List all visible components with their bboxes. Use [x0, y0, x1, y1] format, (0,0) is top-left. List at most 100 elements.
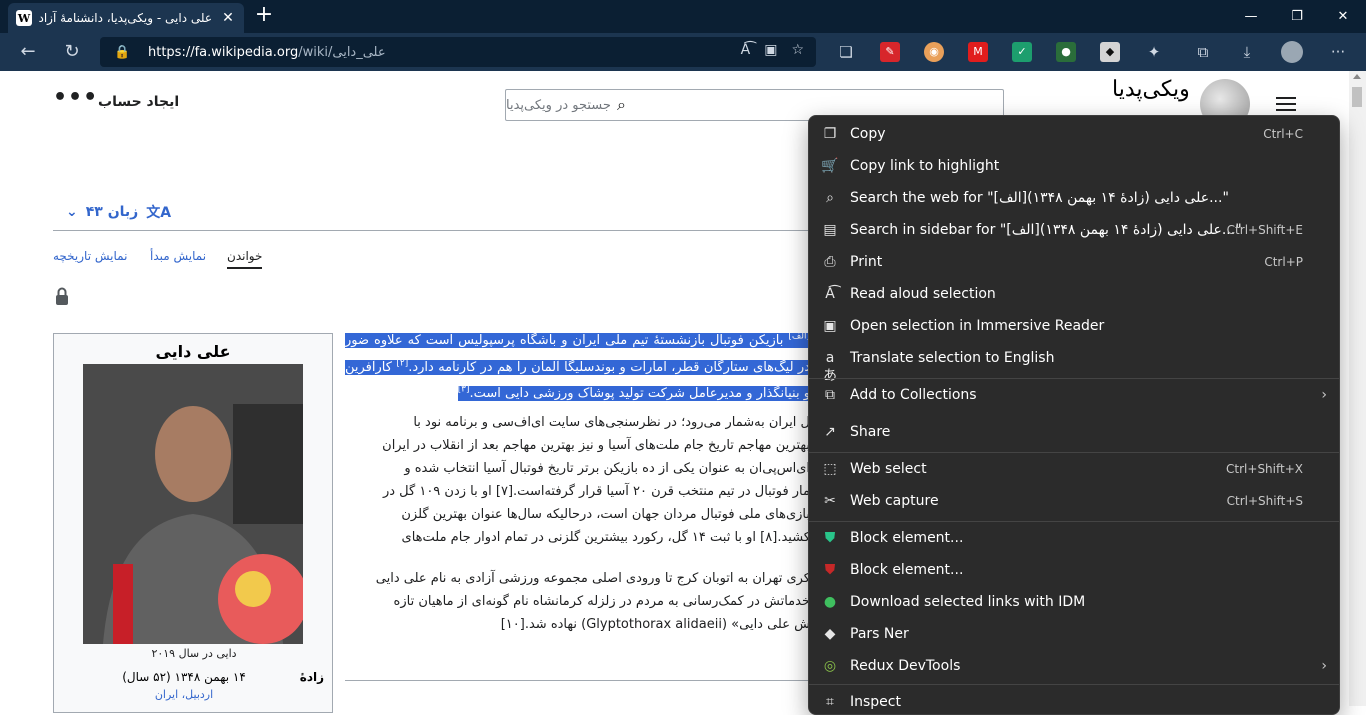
menu-item-search-web[interactable]: ⌕ Search the web for "علی دایی (زادهٔ ۱۴…: [809, 182, 1339, 214]
immersive-reader-icon[interactable]: ▣: [764, 42, 777, 58]
tab-title: علی دایی - ویکی‌پدیا، دانشنامهٔ آزاد: [38, 11, 213, 25]
redux-icon: ◎: [823, 658, 837, 674]
player-photo: [83, 364, 303, 644]
create-account-link[interactable]: ایجاد حساب: [98, 94, 179, 110]
extension-red-icon[interactable]: ✎: [880, 42, 900, 62]
more-options-icon[interactable]: •••: [53, 87, 98, 109]
favorite-add-icon[interactable]: ☆: [791, 42, 804, 58]
parsner-extension-icon[interactable]: ◆: [1100, 42, 1120, 62]
close-window-button[interactable]: ✕: [1320, 0, 1366, 33]
infobox-title: علی دایی: [155, 342, 231, 361]
wikipedia-logo-text[interactable]: ویکی‌پدیا: [1112, 77, 1190, 102]
settings-more-icon[interactable]: ···: [1327, 42, 1349, 62]
text-line: مار فوتبال در تیم منتخب قرن ۲۰ آسیا قرار…: [382, 483, 810, 499]
wikipedia-favicon-icon: W: [16, 10, 32, 26]
menu-item-search-sidebar[interactable]: ▤ Search in sidebar for "علی دایی (زادهٔ…: [809, 214, 1339, 246]
url-path: /wiki/علی_دایی: [298, 44, 386, 60]
text-line: کشید.[۸] او با ثبت ۱۴ گل، رکورد بیشترین …: [401, 529, 810, 545]
born-value: ۱۴ بهمن ۱۳۴۸ (۵۲ سال): [122, 670, 246, 684]
copy-icon: ❐: [823, 126, 837, 142]
menu-item-ublock-block[interactable]: ⛊ Block element...: [809, 554, 1339, 586]
scroll-thumb[interactable]: [1352, 87, 1362, 107]
scroll-up-icon[interactable]: [1353, 74, 1361, 79]
search-icon: ⌕: [826, 190, 834, 206]
idm-extension-icon[interactable]: ●: [1056, 42, 1076, 62]
link-highlight-icon: 🛒: [821, 158, 839, 174]
tab-close-icon[interactable]: ✕: [220, 10, 236, 26]
chevron-right-icon: ›: [1321, 658, 1327, 674]
menu-item-idm-download[interactable]: ● Download selected links with IDM: [809, 586, 1339, 618]
born-place-link[interactable]: اردبیل، ایران: [94, 688, 274, 701]
minimize-button[interactable]: —: [1228, 0, 1274, 33]
idm-icon: ●: [823, 594, 837, 610]
tab-read[interactable]: خواندن: [227, 249, 263, 269]
menu-item-read-aloud[interactable]: A͡ Read aloud selection: [809, 278, 1339, 310]
menu-item-share[interactable]: ↗ Share: [809, 416, 1339, 448]
main-menu-icon[interactable]: [1276, 97, 1296, 115]
back-button[interactable]: ←: [16, 40, 40, 64]
read-aloud-icon[interactable]: A͡: [741, 42, 751, 58]
selected-text[interactable]: [الف] بازیکن فوتبال بازنشستهٔ تیم ملی ای…: [345, 332, 810, 401]
text-line: بازی‌های ملی فوتبال مردان جهان است، درحا…: [401, 506, 810, 522]
web-capture-icon: ✂: [824, 493, 836, 509]
adguard-extension-icon[interactable]: ✓: [1012, 42, 1032, 62]
address-bar[interactable]: 🔒 https://fa.wikipedia.org /wiki/علی_دای…: [100, 37, 816, 67]
collections-icon: ⧉: [825, 387, 835, 403]
sidebar-search-icon: ▤: [823, 222, 837, 238]
immersive-reader-icon: ▣: [823, 318, 837, 334]
article-body: [الف] بازیکن فوتبال بازنشستهٔ تیم ملی ای…: [345, 326, 810, 636]
menu-item-translate[interactable]: aあ Translate selection to English: [809, 342, 1339, 384]
menu-item-print[interactable]: ⎙ Print Ctrl+P: [809, 246, 1339, 278]
menu-separator: [809, 684, 1339, 685]
menu-item-adguard-block[interactable]: ⛊ Block element...: [809, 522, 1339, 554]
new-tab-button[interactable]: +: [252, 4, 276, 28]
tab-view-source[interactable]: نمایش مبدأ: [150, 249, 206, 263]
parsner-icon: ◆: [824, 626, 836, 642]
url-host: https://fa.wikipedia.org: [148, 44, 299, 60]
infobox: علی دایی دایی در سال ۲۰۱۹ زادهٔ ۱۴ بهمن …: [53, 333, 333, 713]
protected-lock-icon: [56, 287, 68, 305]
print-icon: ⎙: [824, 254, 836, 270]
search-placeholder: جستجو در ویکی‌پدیا: [506, 97, 611, 113]
refresh-button[interactable]: ↻: [60, 40, 84, 64]
born-label: زادهٔ: [299, 670, 324, 684]
menu-item-web-select[interactable]: ⬚ Web select Ctrl+Shift+X: [809, 453, 1339, 485]
menu-item-inspect[interactable]: ⌗ Inspect: [809, 686, 1339, 714]
text-line: بهترین مهاجم تاریخ جام ملت‌های آسیا و نی…: [382, 437, 810, 453]
divider: [53, 230, 813, 231]
collections-icon[interactable]: ⧉: [1192, 42, 1214, 62]
restore-button[interactable]: ❐: [1274, 0, 1320, 33]
tab-view-history[interactable]: نمایش تاریخچه: [53, 249, 127, 263]
language-button[interactable]: ⌄ ۴۳ زبان 文A: [66, 202, 171, 222]
text-line: خدماتش در کمک‌رسانی به مردم در زلزله کرم…: [393, 593, 810, 609]
menu-item-immersive-reader[interactable]: ▣ Open selection in Immersive Reader: [809, 310, 1339, 342]
downloads-icon[interactable]: ⤓: [1236, 42, 1258, 62]
infobox-caption: دایی در سال ۲۰۱۹: [151, 647, 237, 660]
translate-icon: 文A: [146, 205, 172, 221]
menu-item-web-capture[interactable]: ✂ Web capture Ctrl+Shift+S: [809, 485, 1339, 517]
menu-item-redux-devtools[interactable]: ◎ Redux DevTools ›: [809, 650, 1339, 682]
collections-tab-icon[interactable]: ❏: [835, 42, 857, 62]
language-count: ۴۳ زبان: [85, 204, 139, 220]
text-line: کری تهران به اتوبان کرج تا ورودی اصلی مج…: [375, 570, 810, 586]
menu-item-copy[interactable]: ❐ Copy Ctrl+C: [809, 118, 1339, 150]
menu-item-copy-link-highlight[interactable]: 🛒 Copy link to highlight: [809, 150, 1339, 182]
share-icon: ↗: [824, 424, 836, 440]
lock-icon[interactable]: 🔒: [114, 45, 134, 60]
divider: [345, 680, 810, 681]
profile-avatar[interactable]: [1281, 41, 1303, 63]
browser-tab[interactable]: W علی دایی - ویکی‌پدیا، دانشنامهٔ آزاد ✕: [8, 3, 244, 33]
extension-face-icon[interactable]: ◉: [924, 42, 944, 62]
chevron-right-icon: ›: [1321, 387, 1327, 403]
extension-m-icon[interactable]: M: [968, 42, 988, 62]
browser-toolbar: ← ↻ 🔒 https://fa.wikipedia.org /wiki/علی…: [0, 33, 1366, 71]
extensions-icon[interactable]: ✦: [1143, 42, 1165, 62]
translate-icon: aあ: [823, 350, 837, 384]
chevron-down-icon: ⌄: [66, 204, 78, 220]
paragraph-2: ل ایران به‌شمار می‌رود؛ در نظرسنجی‌های س…: [345, 411, 810, 549]
text-line: ل ایران به‌شمار می‌رود؛ در نظرسنجی‌های س…: [413, 414, 810, 430]
text-line: ش علی دایی» (Glyptothorax alidaeii) نهاد…: [500, 616, 810, 632]
menu-item-pars-ner[interactable]: ◆ Pars Ner: [809, 618, 1339, 650]
page-scrollbar[interactable]: [1349, 71, 1366, 706]
menu-item-add-collections[interactable]: ⧉ Add to Collections ›: [809, 379, 1339, 411]
